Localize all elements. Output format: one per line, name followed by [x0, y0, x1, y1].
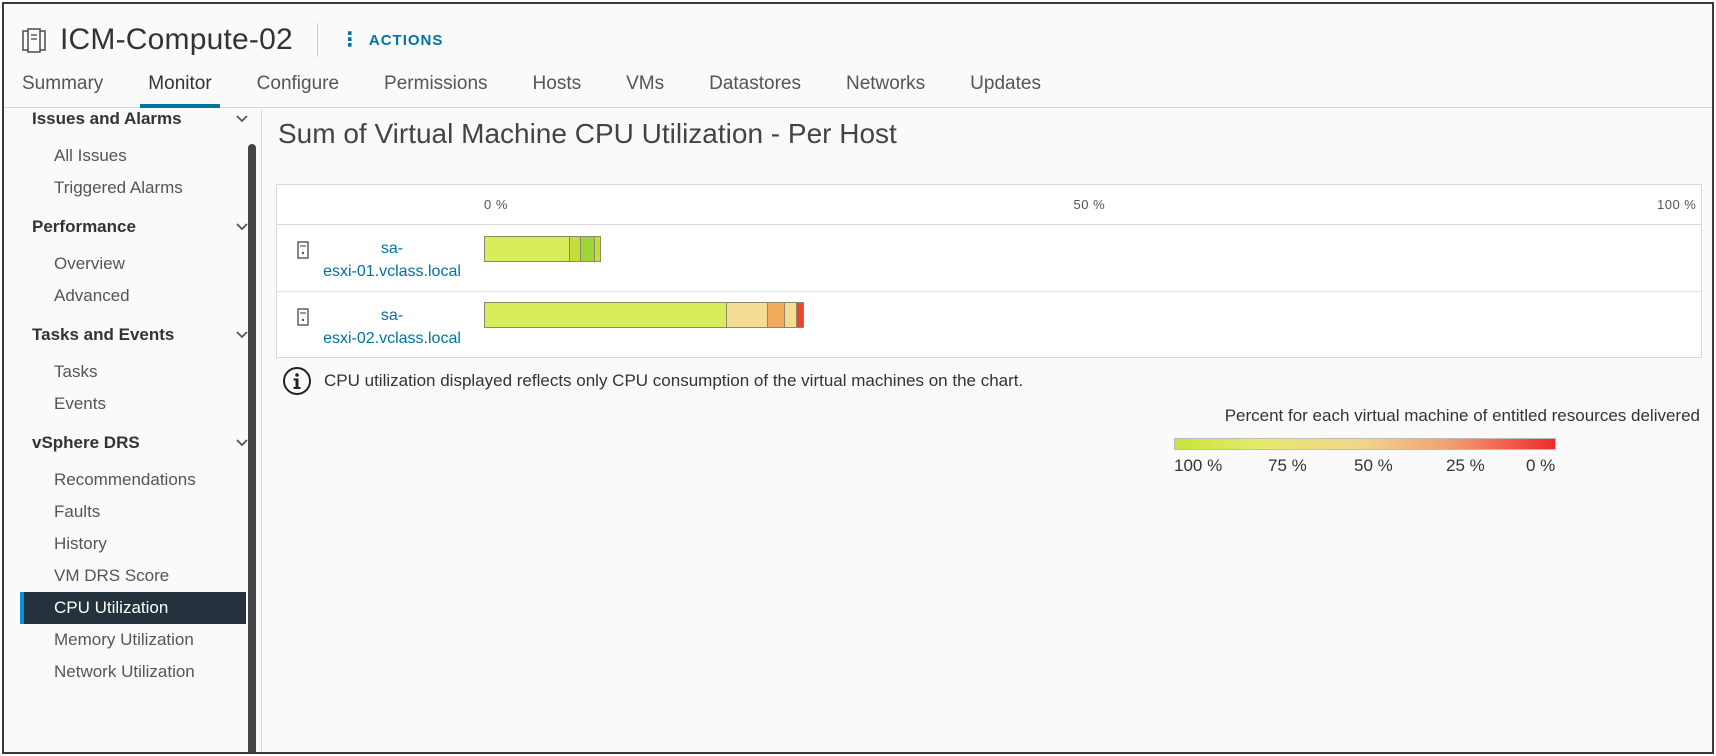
title-divider	[316, 23, 318, 57]
host-name-part: sa-	[380, 240, 404, 257]
legend-ticks: 100 % 75 % 50 % 25 % 0 %	[1164, 456, 1564, 478]
app-window: ICM-Compute-02 ⋮ ACTIONS Summary Monitor…	[2, 2, 1714, 754]
host-row: sa- esxi-01.vclass.local	[277, 225, 1701, 291]
x-tick-label: 0 %	[484, 197, 508, 212]
x-tick-label: 50 %	[1073, 197, 1106, 212]
sidebar-group-issues-and-alarms[interactable]: Issues and Alarms	[32, 104, 252, 134]
actions-button[interactable]: ⋮ ACTIONS	[340, 30, 444, 50]
sidebar-item-network-utilization[interactable]: Network Utilization	[54, 662, 195, 682]
monitor-sidebar: Issues and Alarms All Issues Triggered A…	[4, 109, 262, 752]
main-content: Sum of Virtual Machine CPU Utilization -…	[264, 110, 1712, 752]
tab-networks[interactable]: Networks	[844, 72, 927, 108]
info-icon	[283, 367, 311, 395]
tab-bar: Summary Monitor Configure Permissions Ho…	[20, 72, 1084, 108]
vm-cpu-segment[interactable]	[595, 237, 601, 261]
host-server-icon	[297, 241, 309, 259]
sidebar-group-vsphere-drs[interactable]: vSphere DRS	[32, 428, 252, 458]
sidebar-item-all-issues[interactable]: All Issues	[54, 146, 127, 166]
cluster-icon	[22, 28, 46, 53]
sidebar-item-memory-utilization[interactable]: Memory Utilization	[54, 630, 194, 650]
host-name-part: esxi-02.vclass.local	[323, 330, 461, 347]
chevron-down-icon	[236, 331, 248, 339]
vm-cpu-segment[interactable]	[768, 303, 786, 327]
sidebar-item-vm-drs-score[interactable]: VM DRS Score	[54, 566, 169, 586]
vm-cpu-segment[interactable]	[727, 303, 769, 327]
x-tick-label: 100 %	[1657, 197, 1697, 212]
legend-tick: 75 %	[1268, 456, 1307, 475]
page-title: ICM-Compute-02	[60, 23, 293, 56]
chevron-down-icon	[236, 223, 248, 231]
sidebar-item-advanced[interactable]: Advanced	[54, 286, 130, 306]
actions-label: ACTIONS	[368, 31, 444, 49]
legend-tick: 50 %	[1354, 456, 1393, 475]
sidebar-item-faults[interactable]: Faults	[54, 502, 100, 522]
cpu-utilization-chart: 0 % 50 % 100 % sa- esxi-01.vclass.local	[276, 184, 1702, 358]
tab-datastores[interactable]: Datastores	[707, 72, 803, 108]
info-text: CPU utilization displayed reflects only …	[324, 371, 1024, 390]
sidebar-item-history[interactable]: History	[54, 534, 107, 554]
group-label: Performance	[32, 217, 136, 236]
legend-tick: 100 %	[1174, 456, 1223, 475]
sidebar-item-cpu-utilization[interactable]: CPU Utilization	[20, 592, 246, 624]
vm-cpu-segment[interactable]	[569, 237, 581, 261]
host-utilization-bar[interactable]	[484, 236, 602, 262]
host-link[interactable]: sa- esxi-01.vclass.local	[313, 237, 471, 283]
group-label: Issues and Alarms	[32, 109, 182, 128]
tab-updates[interactable]: Updates	[968, 72, 1043, 108]
vm-cpu-segment[interactable]	[485, 237, 570, 261]
sidebar-item-triggered-alarms[interactable]: Triggered Alarms	[54, 178, 183, 198]
title-row: ICM-Compute-02 ⋮ ACTIONS	[20, 18, 443, 62]
tab-summary[interactable]: Summary	[20, 72, 105, 108]
tab-permissions[interactable]: Permissions	[382, 72, 489, 108]
host-server-icon	[297, 308, 309, 326]
vm-cpu-segment[interactable]	[797, 303, 804, 327]
tab-vms[interactable]: VMs	[624, 72, 666, 108]
host-row: sa- esxi-02.vclass.local	[277, 291, 1701, 357]
sidebar-group-performance[interactable]: Performance	[32, 212, 252, 242]
chart-axis-row: 0 % 50 % 100 %	[277, 185, 1701, 225]
host-name-part: esxi-01.vclass.local	[323, 263, 461, 280]
sidebar-group-tasks-and-events[interactable]: Tasks and Events	[32, 320, 252, 350]
sidebar-item-tasks[interactable]: Tasks	[54, 362, 97, 382]
tab-monitor[interactable]: Monitor	[140, 72, 221, 108]
tab-configure[interactable]: Configure	[255, 72, 341, 108]
chart-title: Sum of Virtual Machine CPU Utilization -…	[278, 118, 897, 149]
vertical-dots-icon: ⋮	[339, 29, 361, 51]
legend-tick: 0 %	[1526, 456, 1556, 475]
vm-cpu-segment[interactable]	[580, 237, 596, 261]
chevron-down-icon	[236, 439, 248, 447]
chevron-down-icon	[236, 115, 248, 123]
tab-hosts[interactable]: Hosts	[531, 72, 584, 108]
group-label: Tasks and Events	[32, 325, 175, 344]
legend-tick: 25 %	[1446, 456, 1485, 475]
sidebar-item-events[interactable]: Events	[54, 394, 106, 414]
sidebar-item-overview[interactable]: Overview	[54, 254, 125, 274]
object-header: ICM-Compute-02 ⋮ ACTIONS Summary Monitor…	[4, 4, 1712, 108]
host-name-part: sa-	[380, 307, 404, 324]
vm-cpu-segment[interactable]	[785, 303, 798, 327]
host-link[interactable]: sa- esxi-02.vclass.local	[313, 304, 471, 350]
legend-title: Percent for each virtual machine of enti…	[1224, 406, 1700, 425]
group-label: vSphere DRS	[32, 433, 140, 452]
legend-gradient-bar	[1174, 438, 1556, 450]
vm-cpu-segment[interactable]	[485, 303, 728, 327]
info-note: CPU utilization displayed reflects only …	[282, 366, 1023, 396]
host-utilization-bar[interactable]	[484, 302, 805, 328]
sidebar-item-recommendations[interactable]: Recommendations	[54, 470, 196, 490]
